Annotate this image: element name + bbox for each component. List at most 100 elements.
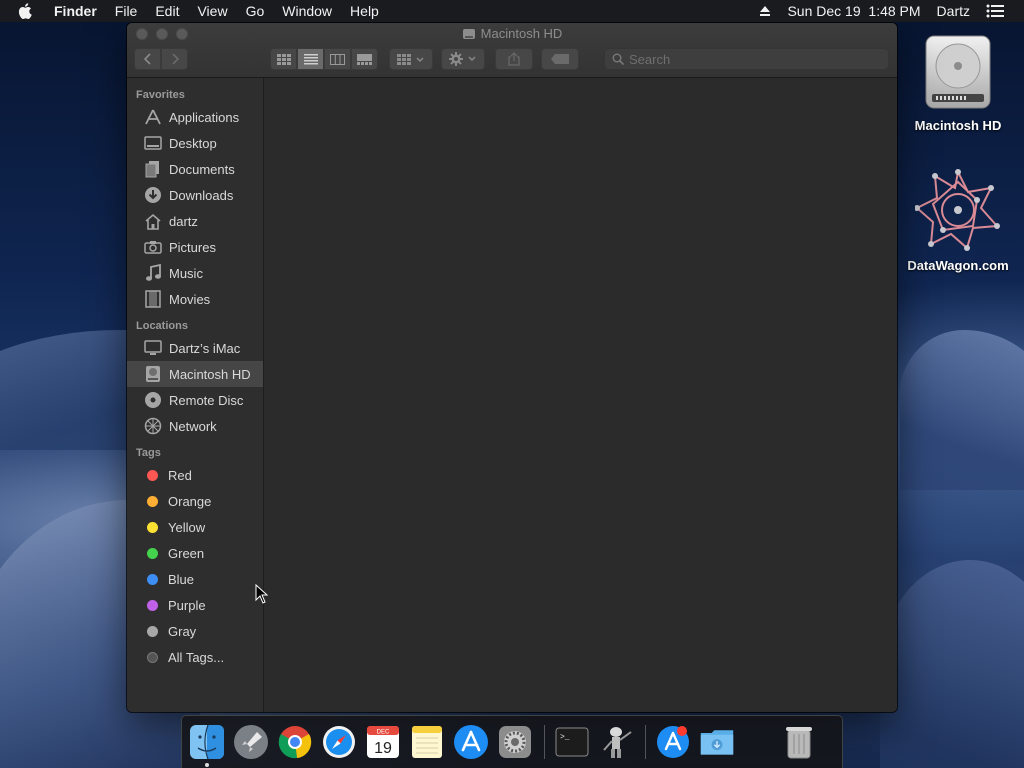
sidebar-item-label: Documents xyxy=(169,161,235,177)
menu-clock[interactable]: Sun Dec 19 1:48 PM xyxy=(787,3,920,19)
gallery-icon xyxy=(357,53,372,65)
notification-center-icon[interactable] xyxy=(986,4,1004,18)
search-icon xyxy=(612,53,624,65)
grid-icon xyxy=(276,53,291,65)
menu-window[interactable]: Window xyxy=(273,0,341,22)
automator-robot-icon[interactable] xyxy=(598,724,634,760)
sidebar-item-label: Green xyxy=(168,545,205,561)
view-mode-control xyxy=(270,48,378,70)
wallpaper-dune xyxy=(900,330,1024,490)
gear-dropdown-icon xyxy=(449,52,476,66)
launchpad-rocket-icon[interactable] xyxy=(233,724,269,760)
hard-drive-icon xyxy=(144,365,162,383)
calendar-icon[interactable]: DEC 19 xyxy=(365,724,401,760)
window-title-text: Macintosh HD xyxy=(480,26,563,41)
downloads-folder-icon[interactable] xyxy=(699,724,735,760)
sidebar-item-imac[interactable]: Dartz’s iMac xyxy=(127,335,263,361)
sidebar-item-label: Movies xyxy=(169,291,211,307)
list-icon xyxy=(303,53,318,64)
menu-app-name[interactable]: Finder xyxy=(54,0,106,22)
chevron-right-icon xyxy=(171,53,179,65)
sidebar-item-movies[interactable]: Movies xyxy=(127,286,263,312)
menu-help[interactable]: Help xyxy=(341,0,388,22)
desktop-icon-macintosh-hd[interactable]: Macintosh HD xyxy=(898,32,1018,133)
dock: DEC 19 >_ xyxy=(181,715,843,768)
back-button[interactable] xyxy=(134,48,161,70)
file-list-area[interactable] xyxy=(264,78,897,712)
tag-color-dot xyxy=(147,599,158,611)
list-view-button[interactable] xyxy=(297,48,324,70)
notes-icon[interactable] xyxy=(409,724,445,760)
tag-icon xyxy=(551,54,569,64)
sidebar-tag-blue[interactable]: Blue xyxy=(127,566,263,592)
sidebar-item-desktop[interactable]: Desktop xyxy=(127,130,263,156)
dock-separator xyxy=(544,725,545,759)
sidebar-all-tags[interactable]: All Tags... xyxy=(127,644,263,670)
menu-edit[interactable]: Edit xyxy=(146,0,188,22)
sidebar-item-macintosh-hd[interactable]: Macintosh HD xyxy=(127,361,263,387)
sidebar-item-label: dartz xyxy=(169,213,198,229)
terminal-icon[interactable]: >_ xyxy=(554,724,590,760)
svg-text:>_: >_ xyxy=(560,733,570,742)
all-tags-icon xyxy=(147,651,158,663)
sidebar-item-documents[interactable]: Documents xyxy=(127,156,263,182)
apple-menu-icon[interactable] xyxy=(18,3,40,19)
window-titlebar[interactable]: Macintosh HD xyxy=(127,23,897,78)
sidebar-tag-gray[interactable]: Gray xyxy=(127,618,263,644)
system-preferences-gear-icon[interactable] xyxy=(497,724,533,760)
gallery-view-button[interactable] xyxy=(351,48,378,70)
music-note-icon xyxy=(144,264,162,282)
sidebar-section-locations: Locations xyxy=(136,320,188,332)
search-field[interactable] xyxy=(604,48,889,70)
desktop-icon xyxy=(144,134,162,152)
app-store-icon[interactable] xyxy=(453,724,489,760)
action-menu-button[interactable] xyxy=(441,48,485,70)
sidebar-item-applications[interactable]: Applications xyxy=(127,104,263,130)
menu-go[interactable]: Go xyxy=(237,0,274,22)
finder-icon[interactable] xyxy=(189,724,225,767)
sidebar-item-label: Downloads xyxy=(169,187,234,203)
sidebar-item-label: Red xyxy=(168,467,192,483)
eject-icon[interactable] xyxy=(759,5,771,17)
tag-color-dot xyxy=(147,625,158,637)
sidebar-tag-orange[interactable]: Orange xyxy=(127,488,263,514)
sidebar-item-label: Pictures xyxy=(169,239,216,255)
tags-button[interactable] xyxy=(541,48,579,70)
forward-button[interactable] xyxy=(161,48,188,70)
tag-color-dot xyxy=(147,495,158,507)
menu-view[interactable]: View xyxy=(188,0,236,22)
safari-compass-icon[interactable] xyxy=(321,724,357,760)
chrome-icon[interactable] xyxy=(277,724,313,760)
app-store-badge-icon[interactable] xyxy=(655,724,691,760)
sidebar-tag-purple[interactable]: Purple xyxy=(127,592,263,618)
share-button[interactable] xyxy=(495,48,533,70)
downloads-icon xyxy=(144,186,162,204)
sidebar-item-label: Remote Disc xyxy=(169,392,244,408)
trash-icon[interactable] xyxy=(781,724,817,760)
sidebar-tag-green[interactable]: Green xyxy=(127,540,263,566)
search-input[interactable] xyxy=(629,51,869,67)
sidebar-item-label: All Tags... xyxy=(168,649,225,665)
group-by-button[interactable] xyxy=(389,48,433,70)
film-icon xyxy=(144,290,162,308)
desktop-icon-datawagon[interactable]: DataWagon.com xyxy=(898,168,1018,273)
chevron-left-icon xyxy=(143,53,151,65)
running-indicator xyxy=(205,763,209,767)
window-title: Macintosh HD xyxy=(127,26,897,41)
sidebar-item-label: Applications xyxy=(169,109,240,125)
sidebar-item-downloads[interactable]: Downloads xyxy=(127,182,263,208)
icon-view-button[interactable] xyxy=(270,48,297,70)
sidebar-item-network[interactable]: Network xyxy=(127,413,263,439)
sidebar-item-pictures[interactable]: Pictures xyxy=(127,234,263,260)
sidebar-item-home[interactable]: dartz xyxy=(127,208,263,234)
tag-color-dot xyxy=(147,547,158,559)
column-view-button[interactable] xyxy=(324,48,351,70)
menu-file[interactable]: File xyxy=(106,0,147,22)
sidebar-item-label: Orange xyxy=(168,493,212,509)
sidebar-item-music[interactable]: Music xyxy=(127,260,263,286)
sidebar-tag-yellow[interactable]: Yellow xyxy=(127,514,263,540)
sidebar-tag-red[interactable]: Red xyxy=(127,462,263,488)
sidebar-item-remote-disc[interactable]: Remote Disc xyxy=(127,387,263,413)
sidebar-item-label: Gray xyxy=(168,623,197,639)
menu-user[interactable]: Dartz xyxy=(937,3,970,19)
